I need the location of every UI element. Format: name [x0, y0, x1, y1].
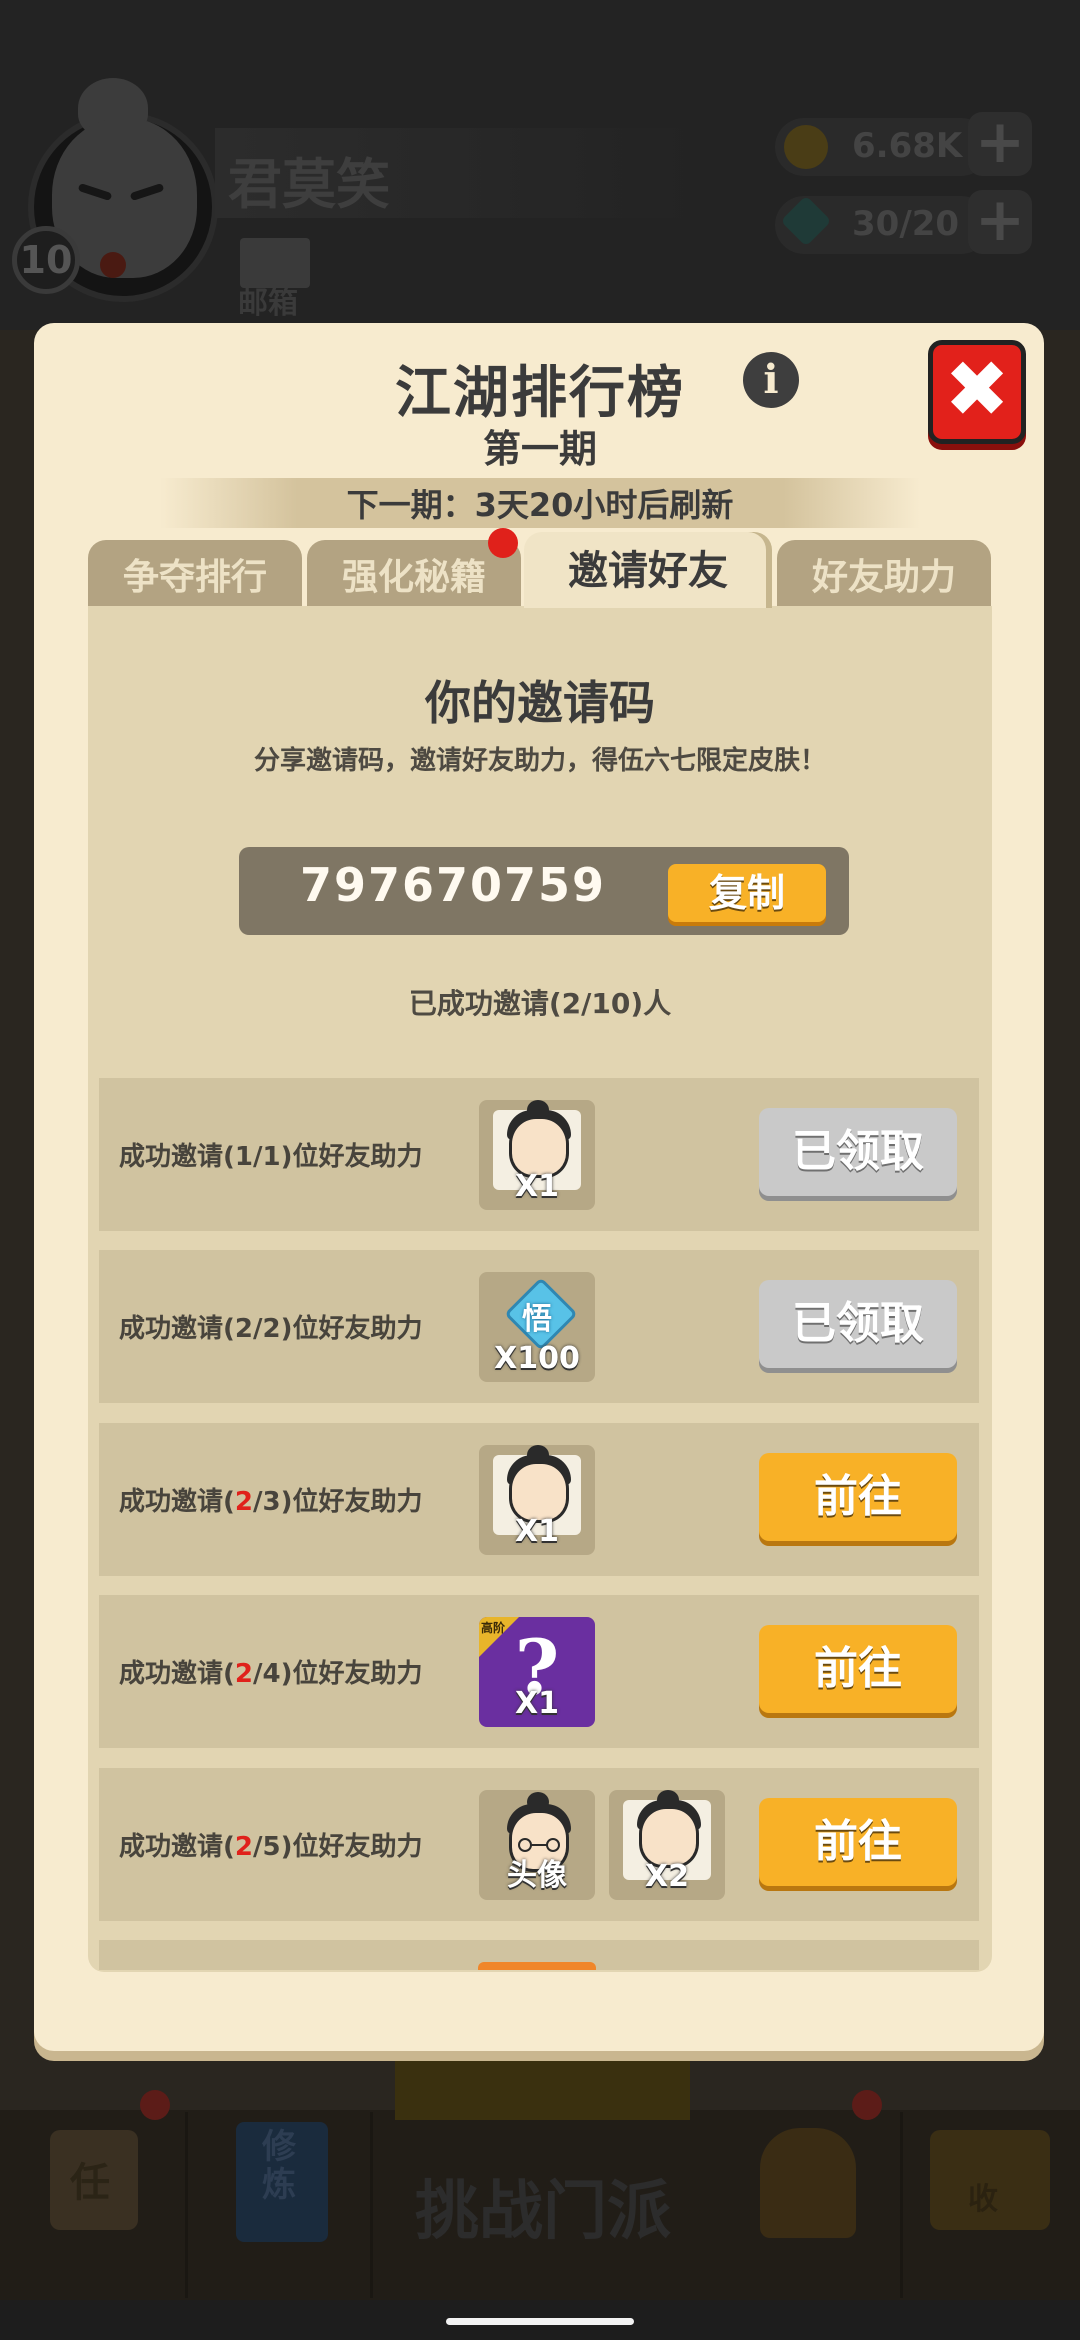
helmet-icon [760, 2128, 856, 2238]
invited-count: 已成功邀请(2/10)人 [408, 987, 672, 1020]
reward-requirement: 成功邀请(2/3)位好友助力 [119, 1487, 423, 1517]
cultivation-icon-label: 修炼 [262, 2127, 296, 2205]
refresh-countdown: 下一期：3天20小时后刷新 [346, 486, 734, 524]
go-button[interactable]: 前往 [759, 1453, 957, 1541]
reward-requirement: 成功邀请(2/5)位好友助力 [119, 1832, 423, 1862]
claimed-button[interactable]: 已领取 [759, 1108, 957, 1196]
item-quantity: 头像 [507, 1858, 567, 1893]
invite-code-heading: 你的邀请码 [425, 676, 655, 730]
copy-button[interactable]: 复制 [668, 864, 826, 922]
reward-row: 成功邀请(2/2)位好友助力 悟 X100 已领取 [99, 1250, 979, 1403]
gem-glyph: 悟 [522, 1302, 552, 1337]
avatar-mouth [100, 252, 126, 278]
item-quantity: X1 [514, 1686, 559, 1721]
reward-row: 成功邀请(2/4)位好友助力 高阶 ? X1 前往 [99, 1595, 979, 1748]
go-button[interactable]: 前往 [759, 1798, 957, 1886]
info-icon[interactable]: i [743, 352, 799, 408]
add-gems-button[interactable]: + [968, 190, 1032, 254]
go-button[interactable]: 前往 [759, 1625, 957, 1713]
coin-amount: 6.68K [852, 126, 963, 166]
reward-item-slot[interactable]: X2 [609, 1790, 725, 1900]
season-label: 第一期 [482, 427, 597, 471]
item-quantity: X2 [644, 1859, 689, 1894]
reward-requirement: 成功邀请(2/4)位好友助力 [119, 1659, 423, 1689]
tab-invite-friends[interactable]: 邀请好友 [524, 532, 772, 608]
item-quantity: X100 [494, 1341, 580, 1376]
coin-icon [784, 125, 828, 169]
chibi-bun [527, 1792, 549, 1812]
tab-friend-assist[interactable]: 好友助力 [777, 540, 991, 608]
item-quantity: X1 [514, 1169, 559, 1204]
player-name: 君莫笑 [228, 153, 390, 216]
reward-row: 成功邀请(2/3)位好友助力 X1 前往 [99, 1423, 979, 1576]
modal-title: 江湖排行榜 [395, 361, 685, 426]
invite-code: 797670759 [300, 858, 607, 912]
equipment-notification-dot [852, 2090, 882, 2120]
mail-label: 邮箱 [238, 286, 298, 321]
partial-button[interactable] [478, 1962, 596, 1970]
add-coins-button[interactable]: + [968, 112, 1032, 176]
task-notification-dot [140, 2090, 170, 2120]
gem-amount: 30/20 [852, 204, 960, 244]
reward-requirement: 成功邀请(2/2)位好友助力 [119, 1314, 423, 1344]
reward-row: 成功邀请(1/1)位好友助力 X1 已领取 [99, 1078, 979, 1231]
reward-row: 成功邀请(2/5)位好友助力 头像 X2 前往 [99, 1768, 979, 1921]
reward-item-slot[interactable]: X1 [479, 1100, 595, 1210]
reward-item-slot[interactable]: 头像 [479, 1790, 595, 1900]
player-level-badge: 10 [12, 226, 80, 294]
invite-description: 分享邀请码，邀请好友助力，得伍六七限定皮肤！ [253, 746, 826, 776]
item-quantity: X1 [514, 1514, 559, 1549]
tab-ranking[interactable]: 争夺排行 [88, 540, 302, 608]
reward-item-slot[interactable]: X1 [479, 1445, 595, 1555]
claimed-button[interactable]: 已领取 [759, 1280, 957, 1368]
chest-icon-label: 收 [968, 2182, 998, 2217]
tab-notification-dot [488, 528, 518, 558]
task-icon-label: 任 [70, 2160, 110, 2206]
reward-item-slot[interactable]: 悟 X100 [479, 1272, 595, 1382]
challenge-sect-button[interactable] [395, 2060, 690, 2120]
challenge-sect-label: 挑战门派 [415, 2175, 671, 2249]
home-indicator[interactable] [446, 2318, 634, 2325]
reward-item-slot[interactable]: 高阶 ? X1 [479, 1617, 595, 1727]
reward-requirement: 成功邀请(1/1)位好友助力 [119, 1142, 423, 1172]
